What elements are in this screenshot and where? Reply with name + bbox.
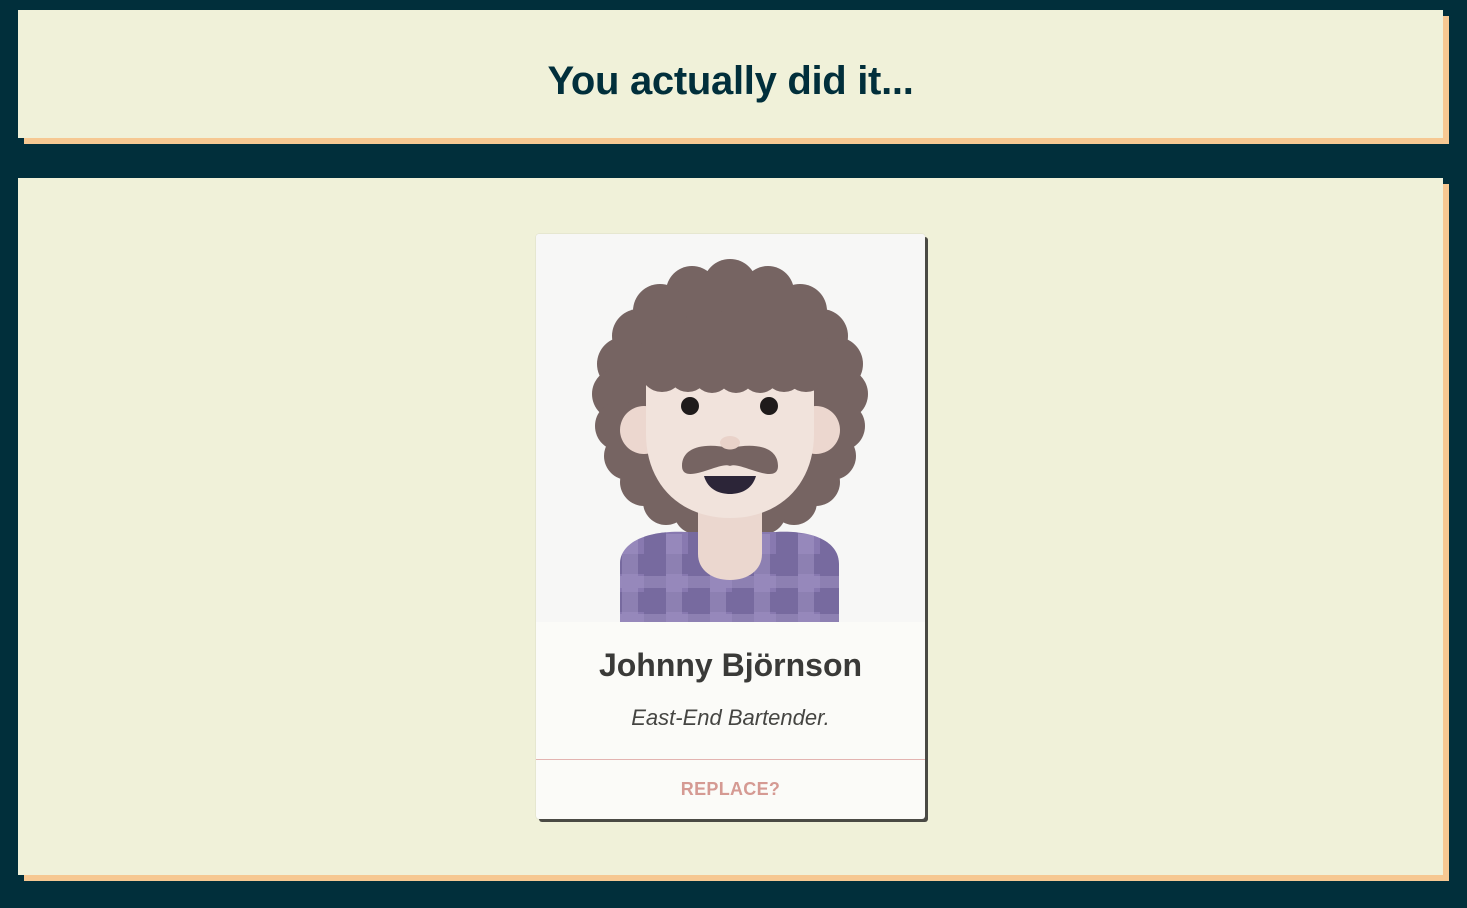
avatar: [536, 234, 925, 622]
character-card: Johnny Björnson East-End Bartender. REPL…: [536, 234, 925, 819]
header-panel: You actually did it...: [18, 10, 1443, 138]
character-role: East-End Bartender.: [631, 705, 830, 730]
replace-button[interactable]: REPLACE?: [536, 760, 925, 819]
main-panel: Johnny Björnson East-End Bartender. REPL…: [18, 178, 1443, 875]
avatar-curly-hair-mustache-icon: [592, 259, 868, 622]
page-title: You actually did it...: [547, 59, 914, 103]
character-name: Johnny Björnson: [598, 647, 863, 683]
